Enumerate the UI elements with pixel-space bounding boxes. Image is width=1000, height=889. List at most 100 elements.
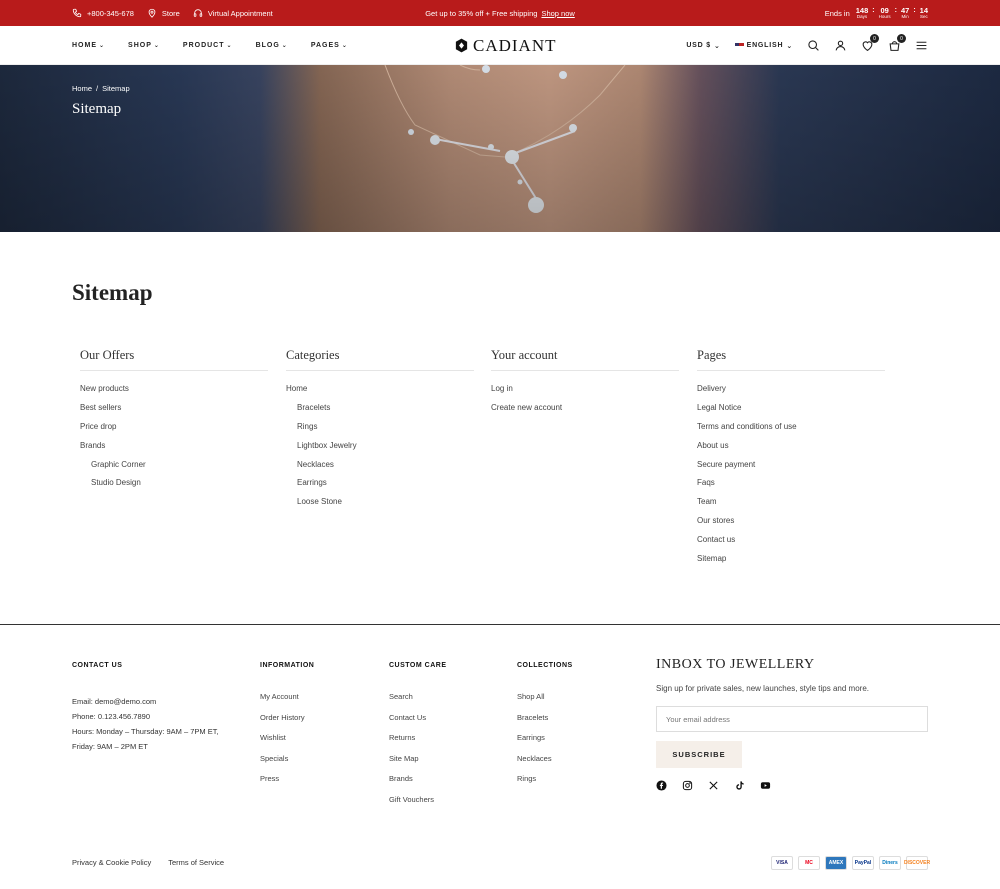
hero-overlay (0, 65, 1000, 232)
breadcrumb: Home / Sitemap (72, 84, 130, 93)
x-icon[interactable] (708, 780, 719, 791)
account-button[interactable] (834, 39, 847, 52)
youtube-icon[interactable] (760, 780, 771, 791)
footer-link[interactable]: Order History (260, 713, 305, 734)
footer-custom-care-list: Search Contact Us Returns Site Map Brands Gif… (389, 692, 434, 816)
contact-phone[interactable]: Phone: 0.123.456.7890 (72, 709, 232, 724)
sitemap-link[interactable]: Loose Stone (286, 497, 474, 516)
cart-button[interactable]: 0 (888, 34, 906, 52)
countdown-days: 148 Days (855, 5, 869, 19)
privacy-policy-link[interactable]: Privacy & Cookie Policy (72, 858, 151, 867)
sitemap-link[interactable]: Studio Design (80, 478, 268, 497)
sitemap-link[interactable]: Home (286, 384, 474, 403)
chevron-down-icon: ⌄ (153, 43, 160, 49)
footer-link[interactable]: Brands (389, 774, 434, 795)
chevron-down-icon: ⌄ (786, 42, 793, 50)
sitemap-link[interactable]: Contact us (697, 535, 885, 554)
phone-link[interactable]: +800-345-678 (72, 8, 134, 18)
sitemap-link[interactable]: Graphic Corner (80, 460, 268, 479)
nav-product[interactable]: PRODUCT ⌄ (183, 42, 233, 49)
sitemap-link[interactable]: New products (80, 384, 268, 403)
countdown-minutes: 47 Min (900, 5, 910, 19)
virtual-appointment-link[interactable]: Virtual Appointment (193, 8, 273, 18)
subscribe-button[interactable]: SUBSCRIBE (656, 741, 742, 768)
footer-custom-care-heading: CUSTOM CARE (389, 662, 447, 669)
site-logo[interactable]: CADIANT (454, 26, 557, 65)
footer-link[interactable]: Specials (260, 754, 305, 775)
footer-link[interactable]: Press (260, 774, 305, 795)
contact-email[interactable]: Email: demo@demo.com (72, 694, 232, 709)
payment-card-icon: PayPal (852, 856, 874, 870)
promo-topbar: +800-345-678 Store Virtual Appointment G… (0, 0, 1000, 26)
newsletter-email-input[interactable] (656, 706, 928, 732)
breadcrumb-home[interactable]: Home (72, 84, 92, 93)
sitemap-column-pages: Pages Delivery Legal Notice Terms and cond… (697, 348, 885, 573)
sitemap-link[interactable]: Create new account (491, 403, 679, 422)
countdown-timer: 148 Days : 09 Hours : 47 Min : 14 Sec (855, 5, 928, 19)
nav-shop[interactable]: SHOP ⌄ (128, 42, 160, 49)
nav-blog[interactable]: BLOG ⌄ (256, 42, 288, 49)
sitemap-link[interactable]: About us (697, 441, 885, 460)
countdown-seconds: 14 Sec (919, 5, 928, 19)
nav-pages[interactable]: PAGES ⌄ (311, 42, 348, 49)
sitemap-link[interactable]: Bracelets (286, 403, 474, 422)
footer-collections-list: Shop All Bracelets Earrings Necklaces Rings (517, 692, 552, 795)
chevron-down-icon: ⌄ (341, 43, 348, 49)
footer-link[interactable]: Rings (517, 774, 552, 795)
column-heading: Your account (491, 348, 679, 371)
terms-of-service-link[interactable]: Terms of Service (168, 858, 224, 867)
wishlist-button[interactable]: 0 (861, 34, 879, 52)
footer-link[interactable]: Earrings (517, 733, 552, 754)
footer-link[interactable]: Gift Vouchers (389, 795, 434, 816)
sitemap-link[interactable]: Best sellers (80, 403, 268, 422)
footer-link[interactable]: My Account (260, 692, 305, 713)
sitemap-link[interactable]: Team (697, 497, 885, 516)
sitemap-link[interactable]: Faqs (697, 478, 885, 497)
currency-selector[interactable]: USD $ ⌄ (686, 42, 720, 50)
logo-text: CADIANT (473, 35, 557, 55)
sitemap-link[interactable]: Delivery (697, 384, 885, 403)
footer-information-list: My Account Order History Wishlist Specials P… (260, 692, 305, 795)
sitemap-link[interactable]: Sitemap (697, 554, 885, 573)
footer-link[interactable]: Contact Us (389, 713, 434, 734)
sitemap-link[interactable]: Our stores (697, 516, 885, 535)
facebook-icon[interactable] (656, 780, 667, 791)
store-link[interactable]: Store (147, 8, 180, 18)
sitemap-link[interactable]: Lightbox Jewelry (286, 441, 474, 460)
sitemap-link[interactable]: Log in (491, 384, 679, 403)
footer-link[interactable]: Necklaces (517, 754, 552, 775)
chevron-down-icon: ⌄ (281, 43, 288, 49)
footer-link[interactable]: Wishlist (260, 733, 305, 754)
sitemap-link[interactable]: Necklaces (286, 460, 474, 479)
footer-link[interactable]: Shop All (517, 692, 552, 713)
cart-count-badge: 0 (897, 34, 906, 43)
menu-button[interactable] (915, 39, 928, 52)
sitemap-link[interactable]: Earrings (286, 478, 474, 497)
hamburger-menu-icon (916, 41, 927, 50)
sitemap-link[interactable]: Secure payment (697, 460, 885, 479)
payment-methods: VISA MC AMEX PayPal Diners DISCOVER (771, 856, 930, 870)
language-selector[interactable]: ENGLISH ⌄ (734, 42, 793, 50)
sitemap-link-list: Delivery Legal Notice Terms and conditions… (697, 384, 885, 573)
sitemap-link[interactable]: Price drop (80, 422, 268, 441)
footer-collections-heading: COLLECTIONS (517, 662, 573, 669)
sitemap-link[interactable]: Brands (80, 441, 268, 460)
instagram-icon[interactable] (682, 780, 693, 791)
footer-link[interactable]: Search (389, 692, 434, 713)
main-nav: HOME ⌄ SHOP ⌄ PRODUCT ⌄ BLOG ⌄ PAGES ⌄ (72, 26, 348, 65)
sitemap-link[interactable]: Legal Notice (697, 403, 885, 422)
tiktok-icon[interactable] (734, 780, 745, 791)
countdown-hours: 09 Hours (878, 5, 891, 19)
footer-link[interactable]: Bracelets (517, 713, 552, 734)
sitemap-column-offers: Our Offers New products Best sellers Price… (80, 348, 268, 497)
search-button[interactable] (807, 39, 820, 52)
sitemap-link-list: Home Bracelets Rings Lightbox Jewelry Neckla… (286, 384, 474, 516)
shop-now-link[interactable]: Shop now (541, 9, 574, 18)
hero-title: Sitemap (72, 101, 122, 117)
footer-link[interactable]: Site Map (389, 754, 434, 775)
payment-card-icon: DISCOVER (904, 856, 930, 870)
nav-home[interactable]: HOME ⌄ (72, 42, 105, 49)
sitemap-link[interactable]: Rings (286, 422, 474, 441)
sitemap-link[interactable]: Terms and conditions of use (697, 422, 885, 441)
footer-link[interactable]: Returns (389, 733, 434, 754)
